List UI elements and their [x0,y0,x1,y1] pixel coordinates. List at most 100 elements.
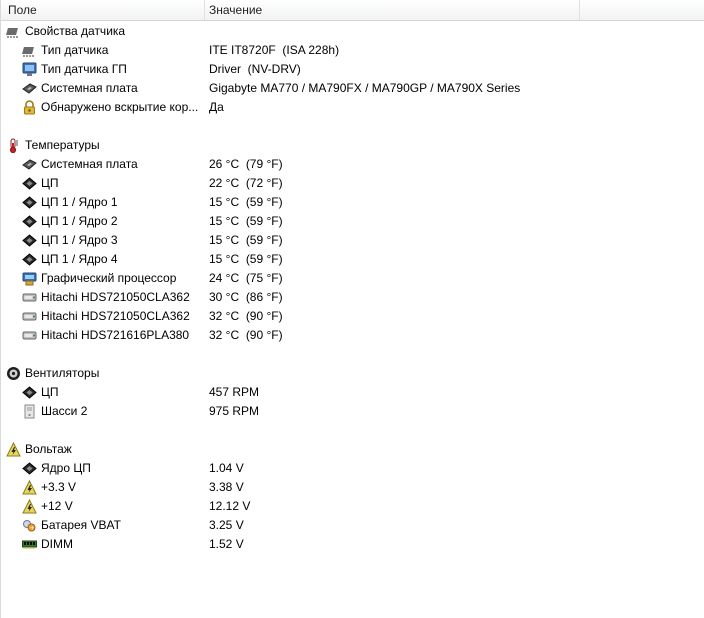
sensor-row[interactable]: ЦП 1 / Ядро 4 15 °C (59 °F) [1,250,704,269]
sensor-value: 3.38 V [209,480,244,494]
cpu-icon [22,233,37,248]
sensor-row[interactable]: Тип датчика ГП Driver (NV-DRV) [1,60,704,79]
sensor-row[interactable]: ЦП 1 / Ядро 3 15 °C (59 °F) [1,231,704,250]
sensor-row[interactable]: Системная плата Gigabyte MA770 / MA790FX … [1,79,704,98]
column-header: Поле Значение [1,0,704,21]
sensor-label: ЦП 1 / Ядро 3 [41,233,118,247]
chip-icon [22,43,37,58]
sensor-value: 15 °C (59 °F) [209,233,283,247]
lock-icon [22,100,37,115]
group-label: Температуры [25,138,100,152]
sensor-value: 32 °C (90 °F) [209,309,283,323]
voltage-icon [22,499,37,514]
sensor-row[interactable]: Hitachi HDS721616PLA380 32 °C (90 °F) [1,326,704,345]
battery-icon: + [22,518,37,533]
sensor-row[interactable]: Шасси 2 975 RPM [1,402,704,421]
cpu-icon [22,195,37,210]
sensor-value: Да [209,100,224,114]
group-row[interactable]: Вольтаж [1,440,704,459]
sensor-label: Тип датчика ГП [41,62,127,76]
sensor-label: Системная плата [41,81,138,95]
cpu-icon [22,252,37,267]
sensor-label: +12 V [41,499,73,513]
sensor-value: 32 °C (90 °F) [209,328,283,342]
sensor-label: Обнаружено вскрытие кор... [41,100,199,114]
sensor-label: Графический процессор [41,271,177,285]
sensor-label: Hitachi HDS721616PLA380 [41,328,190,342]
sensor-props-icon [6,24,21,39]
sensor-label: Системная плата [41,157,138,171]
motherboard-icon [22,81,37,96]
monitor-icon [22,62,37,77]
group-label: Вентиляторы [25,366,100,380]
cpu-icon [22,176,37,191]
sensor-row[interactable]: Hitachi HDS721050CLA362 30 °C (86 °F) [1,288,704,307]
sensor-value: 15 °C (59 °F) [209,195,283,209]
group-row[interactable]: Свойства датчика [1,22,704,41]
spacer-row [1,421,704,440]
hdd-icon [22,309,37,324]
sensor-label: +3.3 V [41,480,77,494]
sensor-value: 24 °C (75 °F) [209,271,283,285]
group-row[interactable]: Температуры [1,136,704,155]
sensor-label: ЦП [41,385,59,399]
sensor-label: ЦП [41,176,59,190]
sensor-row[interactable]: Hitachi HDS721050CLA362 32 °C (90 °F) [1,307,704,326]
sensor-row[interactable]: ЦП 1 / Ядро 1 15 °C (59 °F) [1,193,704,212]
sensor-value: 26 °C (79 °F) [209,157,283,171]
cpu-icon [22,385,37,400]
sensor-row[interactable]: Ядро ЦП 1.04 V [1,459,704,478]
thermometer-icon [6,138,21,153]
sensor-label: Батарея VBAT [41,518,121,532]
hdd-icon [22,328,37,343]
dimm-icon [22,537,37,552]
sensor-label: ЦП 1 / Ядро 2 [41,214,118,228]
column-header-value[interactable]: Значение [202,0,580,20]
sensor-value: 12.12 V [209,499,251,513]
group-row[interactable]: Вентиляторы [1,364,704,383]
sensor-value: 15 °C (59 °F) [209,252,283,266]
sensor-value: 975 RPM [209,404,260,418]
sensor-value: 457 RPM [209,385,260,399]
sensor-row[interactable]: Тип датчика ITE IT8720F (ISA 228h) [1,41,704,60]
group-label: Свойства датчика [25,24,126,38]
sensor-value: 30 °C (86 °F) [209,290,283,304]
group-label: Вольтаж [25,442,72,456]
sensor-label: Hitachi HDS721050CLA362 [41,290,190,304]
voltage-icon [22,480,37,495]
spacer-row [1,117,704,136]
column-header-field[interactable]: Поле [1,0,205,20]
sensor-row[interactable]: +12 V 12.12 V [1,497,704,516]
sensor-value: 1.52 V [209,537,244,551]
spacer-row [1,345,704,364]
sensor-row[interactable]: ЦП 22 °C (72 °F) [1,174,704,193]
sensor-value: ITE IT8720F (ISA 228h) [209,43,340,57]
chassis-icon [22,404,37,419]
gpu-icon [22,271,37,286]
sensor-label: Шасси 2 [41,404,88,418]
sensor-row[interactable]: ЦП 1 / Ядро 2 15 °C (59 °F) [1,212,704,231]
sensor-value: 3.25 V [209,518,244,532]
sensor-row[interactable]: Обнаружено вскрытие кор... Да [1,98,704,117]
sensor-label: ЦП 1 / Ядро 1 [41,195,118,209]
cpu-icon [22,214,37,229]
svg-text:+: + [30,526,34,532]
sensor-row[interactable]: +3.3 V 3.38 V [1,478,704,497]
sensor-label: Hitachi HDS721050CLA362 [41,309,190,323]
sensor-row[interactable]: ЦП 457 RPM [1,383,704,402]
sensor-window: Поле Значение Свойства датчика Тип датчик… [0,0,704,618]
sensor-row[interactable]: Графический процессор 24 °C (75 °F) [1,269,704,288]
sensor-label: ЦП 1 / Ядро 4 [41,252,118,266]
sensor-value: Driver (NV-DRV) [209,62,301,76]
sensor-label: DIMM [41,537,73,551]
fan-icon [6,366,21,381]
sensor-value: 15 °C (59 °F) [209,214,283,228]
sensor-value: 1.04 V [209,461,244,475]
sensor-row[interactable]: Системная плата 26 °C (79 °F) [1,155,704,174]
column-header-extra[interactable] [579,0,704,20]
hdd-icon [22,290,37,305]
sensor-row[interactable]: + Батарея VBAT 3.25 V [1,516,704,535]
sensor-row[interactable]: DIMM 1.52 V [1,535,704,554]
motherboard-icon [22,157,37,172]
sensor-value: Gigabyte MA770 / MA790FX / MA790GP / MA7… [209,81,521,95]
